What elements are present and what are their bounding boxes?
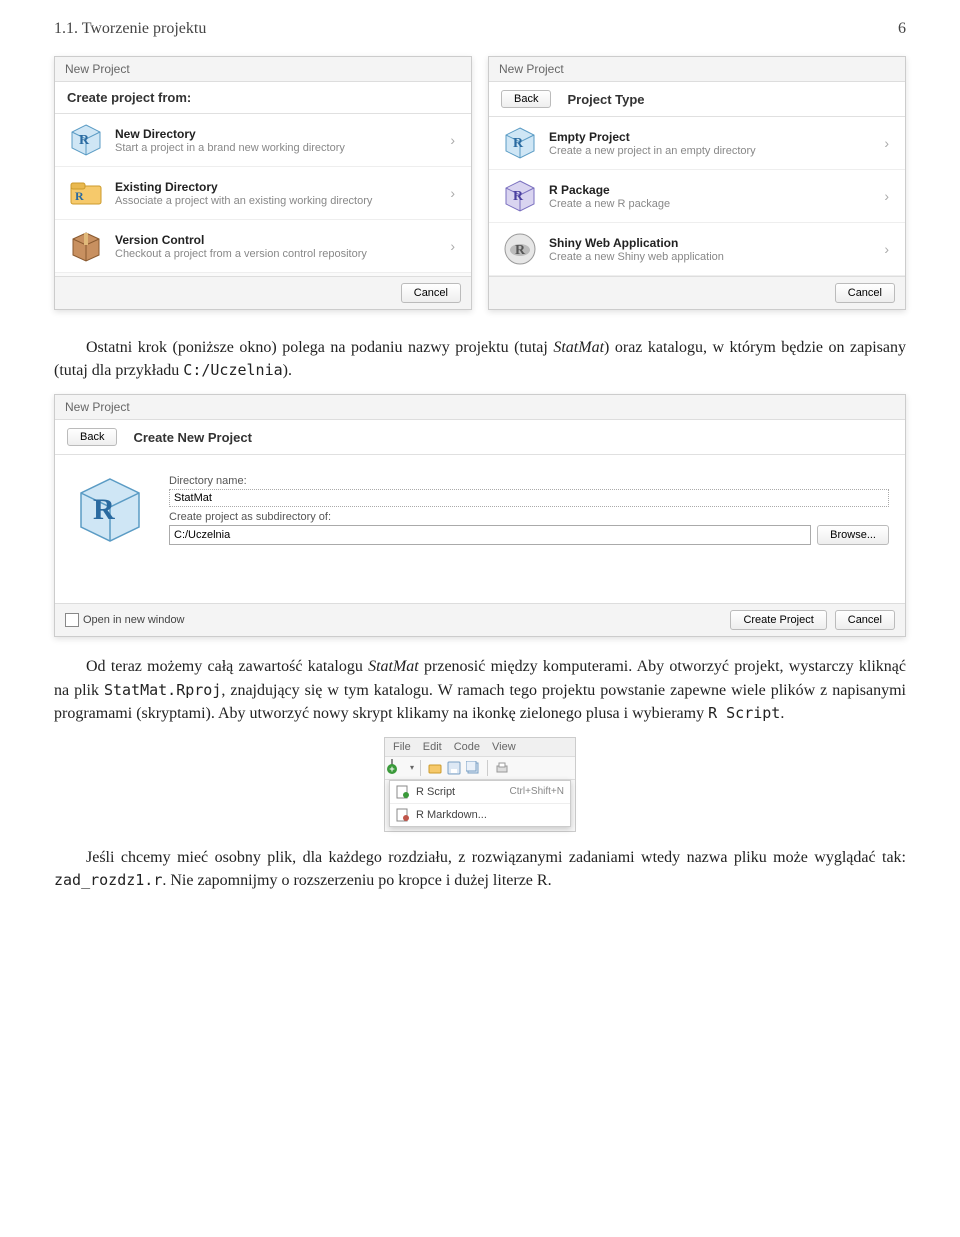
browse-button[interactable]: Browse... — [817, 525, 889, 545]
subdirectory-input[interactable] — [169, 525, 811, 545]
option-version-control[interactable]: Version Control Checkout a project from … — [55, 220, 471, 273]
window-title: New Project — [55, 57, 471, 82]
svg-text:R: R — [79, 133, 90, 148]
option-title: Existing Directory — [115, 180, 436, 194]
dialog-heading: Project Type — [567, 92, 644, 107]
menu-file[interactable]: File — [393, 741, 411, 753]
separator — [420, 760, 421, 776]
svg-text:R: R — [513, 189, 524, 204]
r-cube-icon: R — [501, 124, 539, 162]
dialog-heading: Create New Project — [133, 430, 252, 445]
chevron-right-icon: › — [446, 132, 459, 148]
folder-r-icon: R — [67, 174, 105, 212]
save-all-icon[interactable] — [465, 760, 481, 776]
cancel-button[interactable]: Cancel — [835, 610, 895, 630]
cancel-button[interactable]: Cancel — [401, 283, 461, 303]
r-script-icon — [396, 785, 410, 799]
new-project-dialog-type: New Project Back Project Type R Empty Pr… — [488, 56, 906, 310]
option-title: Empty Project — [549, 130, 870, 144]
directory-name-input[interactable] — [169, 489, 889, 507]
option-new-directory[interactable]: R New Directory Start a project in a bra… — [55, 114, 471, 167]
shiny-r-icon: R — [501, 230, 539, 268]
option-sub: Start a project in a brand new working d… — [115, 142, 436, 154]
shortcut-text: Ctrl+Shift+N — [510, 786, 564, 797]
project-name-text: StatMat — [368, 658, 419, 675]
r-package-icon: R — [501, 177, 539, 215]
open-new-window-checkbox[interactable]: Open in new window — [65, 613, 185, 627]
menu-item-r-script[interactable]: R Script Ctrl+Shift+N — [390, 781, 570, 803]
cancel-button[interactable]: Cancel — [835, 283, 895, 303]
new-file-plus-icon[interactable]: + — [391, 760, 409, 776]
dialog-heading: Create project from: — [67, 90, 191, 105]
option-sub: Create a new R package — [549, 198, 870, 210]
option-title: R Package — [549, 183, 870, 197]
option-title: New Directory — [115, 127, 436, 141]
directory-name-label: Directory name: — [169, 475, 889, 487]
create-project-button[interactable]: Create Project — [730, 610, 826, 630]
menu-item-text: R Script — [708, 704, 780, 722]
option-sub: Associate a project with an existing wor… — [115, 195, 436, 207]
option-r-package[interactable]: R R Package Create a new R package › — [489, 170, 905, 223]
window-title: New Project — [55, 395, 905, 420]
print-icon[interactable] — [494, 760, 510, 776]
window-title: New Project — [489, 57, 905, 82]
paragraph: Ostatni krok (poniższe okno) polega na p… — [54, 336, 906, 382]
package-icon — [67, 227, 105, 265]
option-sub: Create a new project in an empty directo… — [549, 145, 870, 157]
chevron-right-icon: › — [880, 241, 893, 257]
paragraph: Jeśli chcemy mieć osobny plik, dla każde… — [54, 846, 906, 892]
option-sub: Create a new Shiny web application — [549, 251, 870, 263]
option-title: Version Control — [115, 233, 436, 247]
svg-text:R: R — [515, 243, 526, 258]
checkbox-icon — [65, 613, 79, 627]
option-sub: Checkout a project from a version contro… — [115, 248, 436, 260]
filename-text: zad_rozdz1.r — [54, 871, 162, 889]
r-cube-icon: R — [67, 121, 105, 159]
r-markdown-icon — [396, 808, 410, 822]
chevron-right-icon: › — [880, 135, 893, 151]
path-text: C:/Uczelnia — [183, 361, 282, 379]
svg-text:R: R — [93, 493, 115, 526]
new-project-dialog-from: New Project Create project from: R New D… — [54, 56, 472, 310]
option-shiny-app[interactable]: R Shiny Web Application Create a new Shi… — [489, 223, 905, 276]
option-empty-project[interactable]: R Empty Project Create a new project in … — [489, 117, 905, 170]
svg-text:R: R — [75, 189, 84, 203]
menu-code[interactable]: Code — [454, 741, 480, 753]
section-header: 1.1. Tworzenie projektu — [54, 20, 206, 38]
menu-edit[interactable]: Edit — [423, 741, 442, 753]
option-title: Shiny Web Application — [549, 236, 870, 250]
open-icon[interactable] — [427, 760, 443, 776]
svg-text:R: R — [513, 136, 524, 151]
project-name-text: StatMat — [553, 339, 604, 356]
chevron-right-icon: › — [446, 238, 459, 254]
filename-text: StatMat.Rproj — [104, 681, 221, 699]
chevron-right-icon: › — [446, 185, 459, 201]
save-icon[interactable] — [446, 760, 462, 776]
page-number: 6 — [898, 20, 906, 38]
rstudio-menu-screenshot: File Edit Code View + ▾ — [384, 737, 576, 832]
create-new-project-dialog: New Project Back Create New Project R Di… — [54, 394, 906, 637]
dropdown-triangle-icon: ▾ — [410, 763, 414, 772]
subdirectory-label: Create project as subdirectory of: — [169, 511, 889, 523]
back-button[interactable]: Back — [501, 90, 551, 108]
separator — [487, 760, 488, 776]
r-cube-icon: R — [71, 471, 149, 549]
menu-view[interactable]: View — [492, 741, 516, 753]
option-existing-directory[interactable]: R Existing Directory Associate a project… — [55, 167, 471, 220]
back-button[interactable]: Back — [67, 428, 117, 446]
paragraph: Od teraz możemy całą zawartość katalogu … — [54, 655, 906, 725]
chevron-right-icon: › — [880, 188, 893, 204]
menu-item-r-markdown[interactable]: R Markdown... — [390, 803, 570, 826]
